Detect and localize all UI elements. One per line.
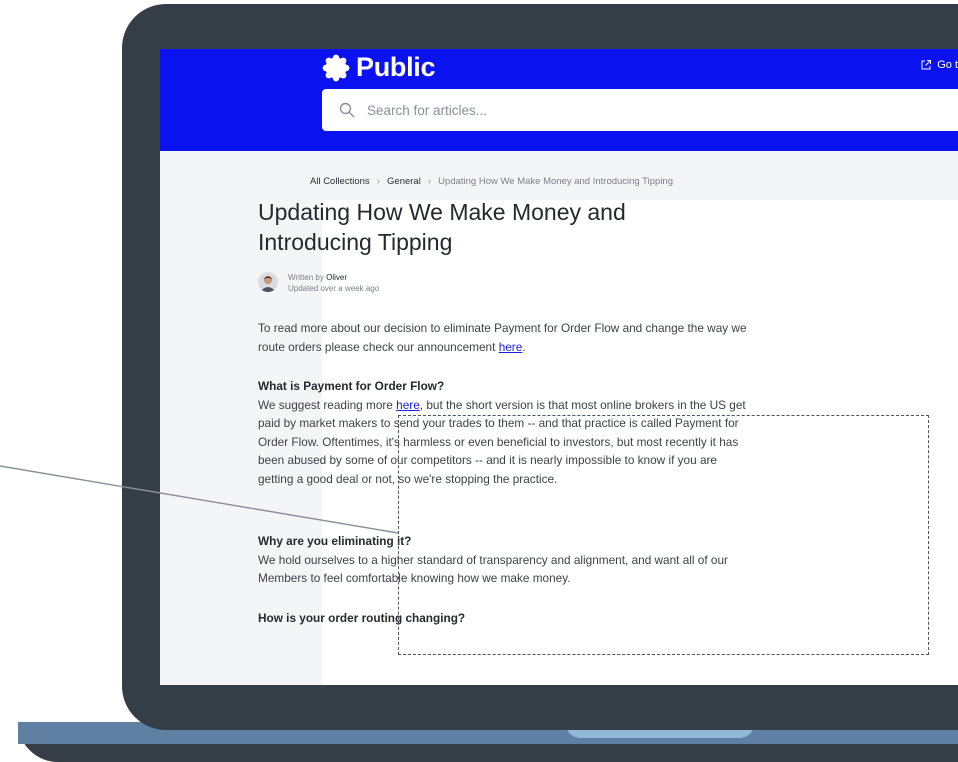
- laptop-screen: Public Go t All Collections › General › …: [160, 49, 958, 685]
- intro-end: .: [522, 339, 526, 354]
- breadcrumb-current: Updating How We Make Money and Introduci…: [438, 176, 673, 187]
- breadcrumb-all-collections[interactable]: All Collections: [310, 176, 370, 187]
- avatar: [258, 272, 278, 292]
- section-order-routing: How is your order routing changing?: [258, 609, 748, 628]
- author-name[interactable]: Oliver: [326, 273, 347, 282]
- search-input[interactable]: [365, 101, 929, 119]
- search-bar[interactable]: [322, 89, 958, 131]
- public-logo-icon: [322, 54, 350, 81]
- section-paragraph: We suggest reading more here, but the sh…: [258, 396, 748, 489]
- author-avatar-icon: [258, 272, 278, 292]
- section-paragraph: We hold ourselves to a higher standard o…: [258, 552, 728, 586]
- author-meta: Written by Oliver Updated over a week ag…: [288, 272, 379, 294]
- brand-name: Public: [356, 52, 436, 82]
- breadcrumb: All Collections › General › Updating How…: [310, 176, 673, 187]
- header: Public Go t: [160, 49, 958, 151]
- brand-logo[interactable]: Public: [322, 52, 436, 83]
- updated-date: Updated over a week ago: [288, 284, 380, 293]
- go-to-site-link[interactable]: Go t: [920, 59, 958, 71]
- section-payment-for-order-flow: What is Payment for Order Flow? We sugge…: [258, 377, 748, 489]
- external-link-icon: [921, 60, 932, 70]
- go-to-site-label: Go t: [937, 59, 958, 71]
- chevron-right-icon: ›: [376, 176, 381, 187]
- section-heading: What is Payment for Order Flow?: [258, 379, 445, 393]
- section-heading: How is your order routing changing?: [258, 611, 466, 625]
- section-text-before: We suggest reading more: [258, 397, 397, 412]
- announcement-link[interactable]: here: [499, 340, 523, 354]
- author-info: Written by Oliver Updated over a week ag…: [258, 272, 379, 294]
- section-why-eliminating: Why are you eliminating it? We hold ours…: [258, 532, 748, 588]
- read-more-link[interactable]: here: [396, 398, 420, 412]
- intro-paragraph: To read more about our decision to elimi…: [258, 319, 748, 356]
- search-icon: [339, 102, 355, 118]
- chevron-right-icon: ›: [427, 176, 432, 187]
- written-by-label: Written by: [288, 273, 324, 282]
- section-heading: Why are you eliminating it?: [258, 534, 412, 548]
- article-title: Updating How We Make Money and Introduci…: [258, 199, 626, 255]
- breadcrumb-general[interactable]: General: [387, 176, 421, 187]
- author-line: Written by Oliver: [288, 272, 379, 283]
